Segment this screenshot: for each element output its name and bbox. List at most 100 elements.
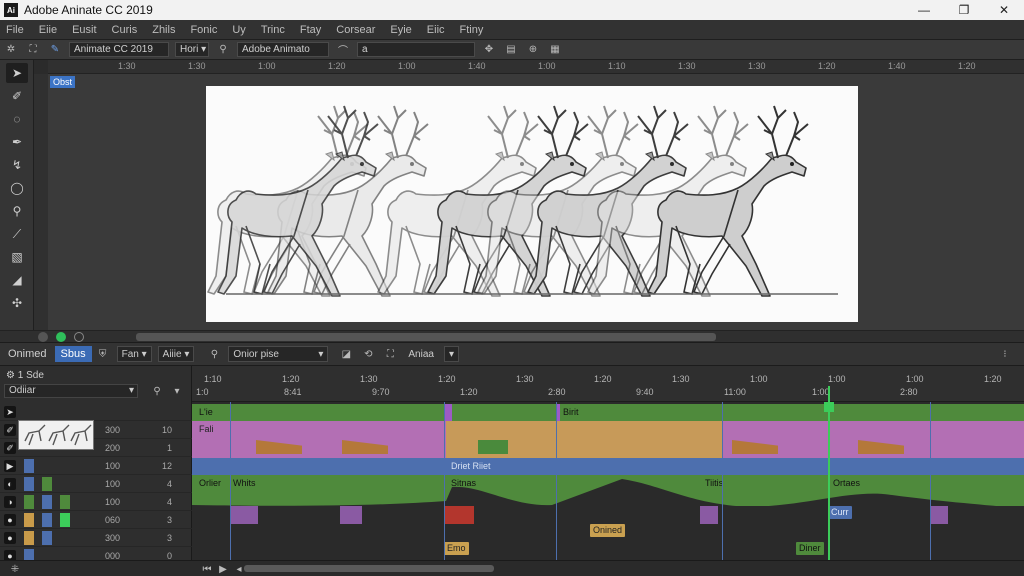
search-layer-icon[interactable]: ⚲	[150, 384, 164, 398]
keyframe-block[interactable]	[700, 506, 718, 524]
layer-type-icon[interactable]: ➤	[4, 406, 16, 418]
shape-keyframe[interactable]	[256, 440, 302, 454]
subselect-tool-icon[interactable]: ✐	[6, 86, 28, 106]
layer-type-icon[interactable]: ●	[4, 514, 16, 526]
minimize-button[interactable]: —	[904, 0, 944, 20]
anim-dropdown[interactable]: Aniaa	[404, 346, 438, 362]
menu-item[interactable]: Trinc	[255, 24, 294, 36]
keyframe-block[interactable]	[230, 506, 258, 524]
menu-item[interactable]: Fonic	[184, 24, 226, 36]
record-icon[interactable]	[56, 332, 66, 342]
pen-edit-icon[interactable]: ✎	[48, 43, 62, 57]
text-tool-icon[interactable]: ↯	[6, 155, 28, 175]
menu-item[interactable]: Curis	[106, 24, 147, 36]
timeline-scrollbar[interactable]: ⁜ ⏮ ▶ ◂	[0, 560, 1024, 576]
layer-type-icon[interactable]: ▶	[4, 460, 16, 472]
layer-row[interactable]: ● 300 3	[0, 530, 192, 547]
paint-bucket-icon[interactable]: ▧	[6, 247, 28, 267]
menu-item[interactable]: File	[0, 24, 33, 36]
menu-item[interactable]: Eusit	[66, 24, 105, 36]
track-4[interactable]: Driet Riiet	[192, 458, 1024, 475]
shape-keyframe[interactable]	[858, 440, 904, 454]
layer-row[interactable]: ◑ 100 4	[0, 494, 192, 511]
pen-tool-icon[interactable]: ✒	[6, 132, 28, 152]
onion-skin-dropdown[interactable]: Onior pise ▾	[228, 346, 329, 362]
keyframe-block[interactable]	[444, 506, 474, 524]
document-field[interactable]: Animate CC 2019	[69, 42, 169, 57]
track-7[interactable]: Curr	[192, 506, 1024, 524]
tween-span[interactable]	[446, 421, 722, 438]
track-1[interactable]: L'ie Birit	[192, 404, 1024, 421]
close-button[interactable]: ✕	[984, 0, 1024, 20]
oval-tool-icon[interactable]: ◯	[6, 178, 28, 198]
curve-icon[interactable]: ⌒	[336, 43, 350, 57]
menu-item[interactable]: Uy	[226, 24, 254, 36]
search-field[interactable]: a	[357, 42, 475, 57]
layer-type-icon[interactable]: ✐	[4, 442, 16, 454]
track-9[interactable]: Emo Diner	[192, 542, 1024, 559]
layer-row[interactable]: ▶ 100 12	[0, 458, 192, 475]
track-8[interactable]: Onined	[192, 524, 1024, 541]
transform-icon[interactable]: ⊕	[526, 43, 540, 57]
hand-tool-icon[interactable]: ✣	[6, 293, 28, 313]
eyedropper-icon[interactable]: ◢	[6, 270, 28, 290]
crop-icon[interactable]: ⛶	[26, 43, 40, 57]
play-icon[interactable]: ▶	[216, 562, 230, 576]
grid-icon[interactable]: ▦	[548, 43, 562, 57]
green-keyframe[interactable]	[478, 440, 508, 454]
keyframe-block[interactable]	[340, 506, 362, 524]
search-tool-icon[interactable]: ⚲	[6, 201, 28, 221]
keyframe-icon[interactable]: ◪	[339, 347, 353, 361]
align-icon[interactable]: ▤	[504, 43, 518, 57]
line-tool-icon[interactable]: ⟋	[6, 224, 28, 244]
layer-type-icon[interactable]: ✐	[4, 424, 16, 436]
playhead[interactable]	[828, 386, 830, 560]
layer-type-icon[interactable]: ◑	[4, 496, 16, 508]
stage-canvas[interactable]	[206, 86, 858, 322]
shape-keyframe[interactable]	[732, 440, 778, 454]
zoom-icon[interactable]: ⚲	[207, 347, 221, 361]
tween-icon[interactable]: ⛶	[383, 347, 397, 361]
camera-icon[interactable]	[38, 332, 48, 342]
add-layer-icon[interactable]: ⁜	[8, 562, 22, 576]
playhead-handle[interactable]	[824, 402, 834, 412]
selection-tool-icon[interactable]: ➤	[6, 63, 28, 83]
scrollbar-thumb[interactable]	[136, 333, 716, 341]
shape-keyframe[interactable]	[342, 440, 388, 454]
menu-item[interactable]: Corsear	[330, 24, 384, 36]
track-5[interactable]: Orlier Whits Sitnas Tiitis Ortaes	[192, 475, 1024, 509]
menu-item[interactable]: Eyie	[384, 24, 420, 36]
menu-item[interactable]: Ftay	[294, 24, 330, 36]
symbol-icon[interactable]: ⚲	[216, 43, 230, 57]
menu-item[interactable]: Zhils	[146, 24, 184, 36]
snap-icon[interactable]: ✥	[482, 43, 496, 57]
tab-onimed[interactable]: Onimed	[2, 346, 53, 362]
name-field[interactable]: Adobe Animato	[237, 42, 329, 57]
layer-row[interactable]: ● 060 3	[0, 512, 192, 529]
keyframe[interactable]	[444, 404, 452, 421]
keyframe-block[interactable]	[930, 506, 948, 524]
fan-dropdown[interactable]: Fan ▾	[116, 346, 152, 362]
track-2[interactable]: Fali	[192, 421, 1024, 438]
loop-icon[interactable]	[74, 332, 84, 342]
settings-icon[interactable]: ✲	[4, 43, 18, 57]
view-dropdown[interactable]: Hori ▾	[175, 42, 209, 57]
anim-arrow-button[interactable]: ▾	[443, 346, 459, 362]
scrollbar-thumb[interactable]	[244, 565, 494, 572]
layer-row[interactable]: ◐ 100 4	[0, 476, 192, 493]
lasso-tool-icon[interactable]: ◌	[6, 109, 28, 129]
menu-item[interactable]: Eiie	[33, 24, 66, 36]
menu-item[interactable]: Eiic	[421, 24, 454, 36]
frame-area[interactable]: 1:10 1:20 1:30 1:20 1:30 1:20 1:30 1:00 1:00 1:00…	[192, 366, 1024, 576]
stage-scrollbar[interactable]	[0, 330, 1024, 342]
refresh-icon[interactable]: ⟲	[361, 347, 375, 361]
aiiie-dropdown[interactable]: Aiiie ▾	[157, 346, 195, 362]
maximize-button[interactable]: ❐	[944, 0, 984, 20]
tab-sbus[interactable]: Sbus	[54, 346, 92, 362]
first-frame-icon[interactable]: ⏮	[200, 562, 214, 576]
frame-ruler[interactable]: 1:10 1:20 1:30 1:20 1:30 1:20 1:30 1:00 1:00 1:00…	[192, 366, 1024, 402]
menu-item[interactable]: Ftiny	[454, 24, 493, 36]
track-3[interactable]	[192, 438, 1024, 458]
layer-type-icon[interactable]: ◐	[4, 478, 16, 490]
layer-row[interactable]: ➤	[0, 404, 192, 421]
